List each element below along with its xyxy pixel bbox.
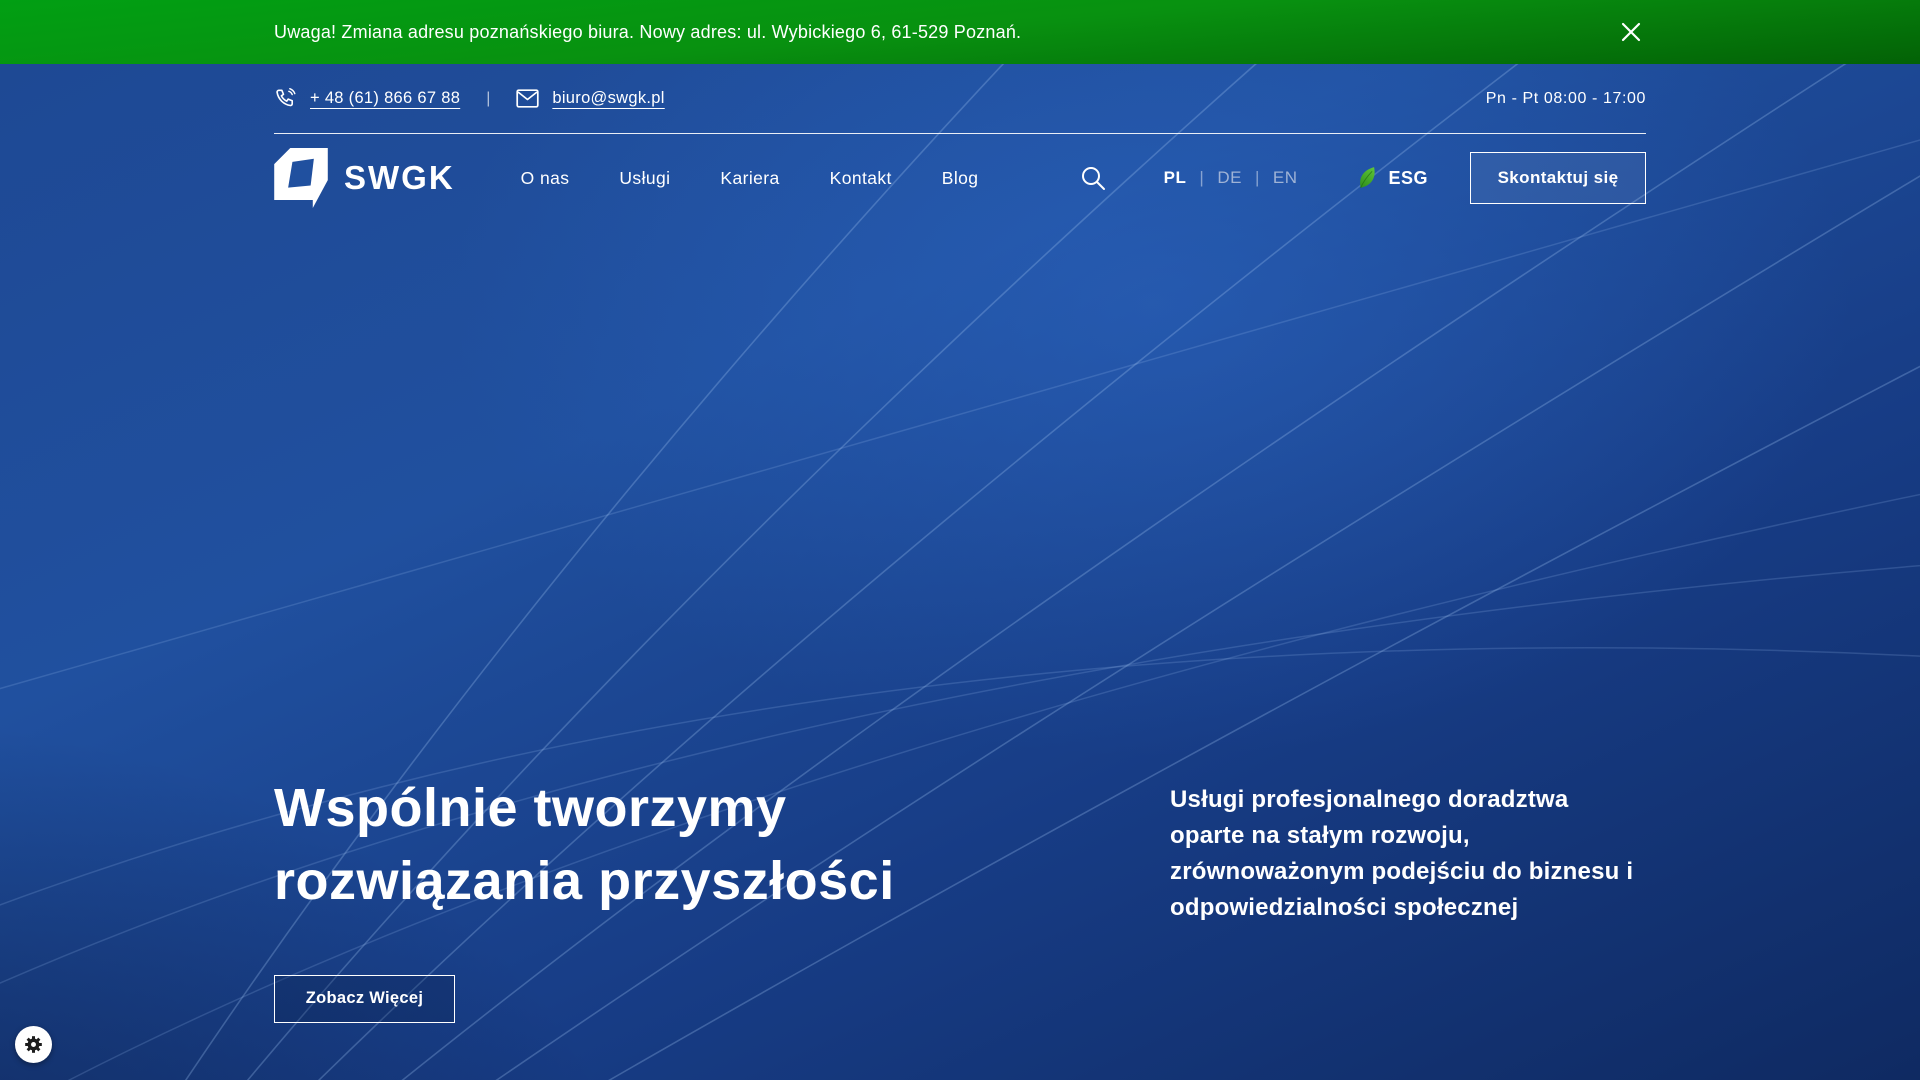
hero-heading: Wspólnie tworzymy rozwiązania przyszłośc… (274, 772, 895, 919)
logo[interactable]: SWGK (274, 148, 455, 208)
cookie-settings-button[interactable] (15, 1026, 52, 1063)
email-link[interactable]: biuro@swgk.pl (516, 89, 664, 108)
lang-separator: | (1199, 168, 1204, 188)
main-nav: O nas Usługi Kariera Kontakt Blog (521, 168, 979, 189)
hero-left: Wspólnie tworzymy rozwiązania przyszłośc… (274, 772, 895, 1023)
hero-subtext: Usługi profesjonalnego doradztwa oparte … (1170, 782, 1646, 926)
email-address: biuro@swgk.pl (552, 89, 664, 108)
opening-hours: Pn - Pt 08:00 - 17:00 (1486, 90, 1646, 108)
phone-icon (274, 87, 297, 110)
logo-text: SWGK (344, 159, 455, 197)
logo-icon (274, 148, 328, 208)
banner-close-button[interactable] (1616, 17, 1646, 47)
nav-item-o-nas[interactable]: O nas (521, 168, 570, 189)
nav-item-blog[interactable]: Blog (942, 168, 979, 189)
top-contact-bar: + 48 (61) 866 67 88 | biuro@swgk.pl Pn -… (274, 64, 1646, 134)
gear-icon (23, 1034, 44, 1055)
lang-en[interactable]: EN (1273, 168, 1298, 188)
hero-heading-line2: rozwiązania przyszłości (274, 851, 895, 911)
landing-page: Uwaga! Zmiana adresu poznańskiego biura.… (0, 0, 1920, 1080)
lang-separator: | (1255, 168, 1260, 188)
lang-de[interactable]: DE (1217, 168, 1242, 188)
phone-link[interactable]: + 48 (61) 866 67 88 (274, 87, 460, 110)
main-navbar: SWGK O nas Usługi Kariera Kontakt Blog P… (274, 134, 1646, 222)
nav-item-kariera[interactable]: Kariera (720, 168, 779, 189)
see-more-button[interactable]: Zobacz Więcej (274, 975, 455, 1023)
phone-number: + 48 (61) 866 67 88 (310, 89, 460, 108)
hero-section: Wspólnie tworzymy rozwiązania przyszłośc… (274, 772, 1646, 1023)
esg-label: ESG (1388, 168, 1428, 189)
hero-heading-line1: Wspólnie tworzymy (274, 778, 787, 838)
leaf-icon (1353, 165, 1381, 192)
language-switcher: PL | DE | EN (1164, 168, 1298, 188)
nav-item-kontakt[interactable]: Kontakt (830, 168, 892, 189)
nav-item-uslugi[interactable]: Usługi (619, 168, 670, 189)
search-icon (1080, 165, 1106, 191)
lang-pl[interactable]: PL (1164, 168, 1187, 188)
topbar-separator: | (486, 90, 490, 108)
banner-text: Uwaga! Zmiana adresu poznańskiego biura.… (274, 22, 1021, 43)
search-button[interactable] (1080, 165, 1106, 191)
contact-cta-button[interactable]: Skontaktuj się (1470, 152, 1646, 204)
notification-banner: Uwaga! Zmiana adresu poznańskiego biura.… (0, 0, 1920, 64)
close-icon (1620, 21, 1642, 43)
esg-link[interactable]: ESG (1355, 167, 1428, 189)
mail-icon (516, 89, 539, 108)
